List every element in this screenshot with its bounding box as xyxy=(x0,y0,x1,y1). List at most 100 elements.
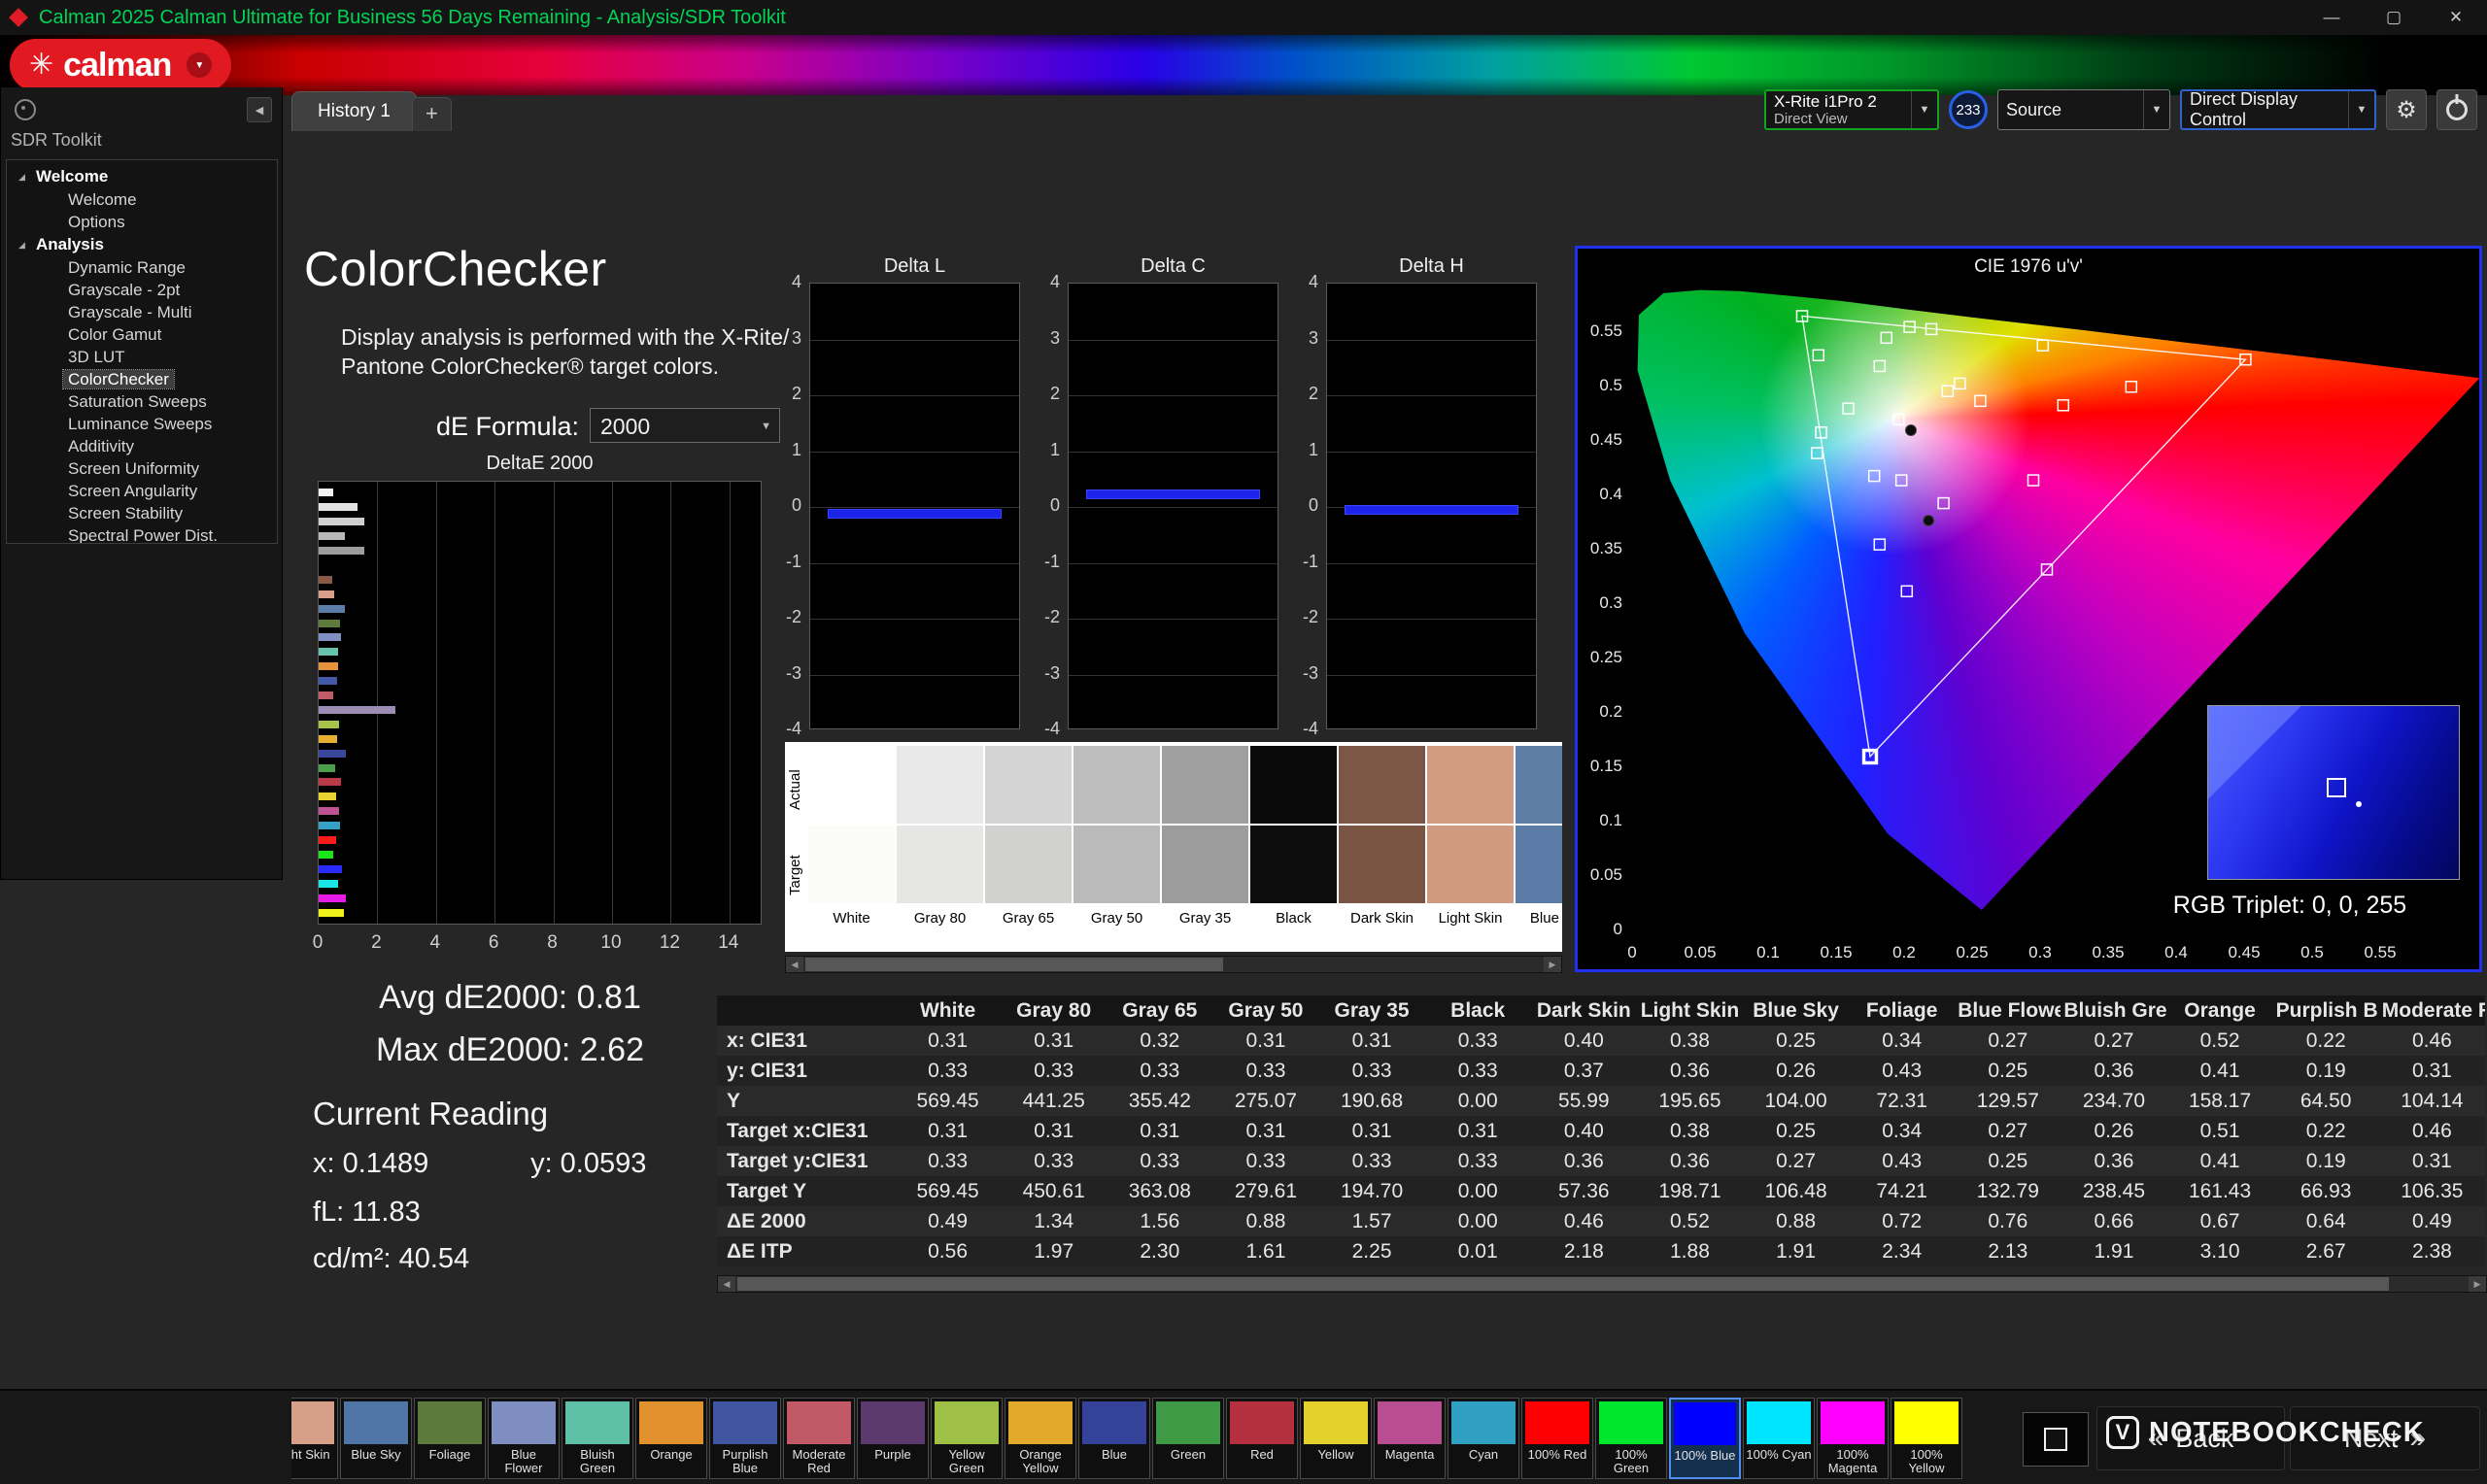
swatch-target xyxy=(897,826,983,903)
sidebar-item-screen-angularity[interactable]: Screen Angularity xyxy=(7,480,277,502)
axis-tick-label: 0.4 xyxy=(1599,485,1622,503)
sidebar-item-additivity[interactable]: Additivity xyxy=(7,435,277,457)
patch-button-yellow-green[interactable]: Yellow Green xyxy=(931,1398,1003,1479)
power-button[interactable] xyxy=(2436,89,2477,130)
maximize-button[interactable]: ▢ xyxy=(2363,0,2425,35)
scroll-thumb[interactable] xyxy=(737,1277,2389,1291)
cie-diagram-panel[interactable]: CIE 1976 u'v' 00.050.10.150.20.250.30.35… xyxy=(1575,246,2482,972)
scroll-left-icon[interactable]: ◀ xyxy=(786,957,803,972)
patch-button-orange-yellow[interactable]: Orange Yellow xyxy=(1005,1398,1076,1479)
sidebar-item-grayscale-multi[interactable]: Grayscale - Multi xyxy=(7,301,277,323)
delta-chart-delta-h: Delta H43210-1-2-3-4 xyxy=(1289,255,1548,753)
patch-color xyxy=(1599,1401,1663,1444)
de-formula-dropdown[interactable]: 2000 ▼ xyxy=(590,408,780,443)
expander-icon[interactable]: ◢ xyxy=(18,165,25,188)
patch-button-bluish-green[interactable]: Bluish Green xyxy=(562,1398,633,1479)
patch-button-light-skin[interactable]: Light Skin xyxy=(291,1398,338,1479)
sidebar-item-spectral-power-dist[interactable]: Spectral Power Dist. xyxy=(7,524,277,544)
meter-dropdown[interactable]: X-Rite i1Pro 2 Direct View ▼ xyxy=(1764,89,1939,130)
target-square xyxy=(2058,400,2068,411)
sidebar-item-label: Additivity xyxy=(63,437,139,455)
sidebar-item-dynamic-range[interactable]: Dynamic Range xyxy=(7,256,277,279)
swatch-scrollbar[interactable]: ◀ ▶ xyxy=(785,956,1562,973)
calman-logo[interactable]: ✳ calman ▼ xyxy=(10,39,231,91)
axis-tick-label: 0.05 xyxy=(1590,865,1622,884)
patch-button-foliage[interactable]: Foliage xyxy=(414,1398,486,1479)
swatch-actual xyxy=(1250,746,1337,824)
patch-button-blue-flower[interactable]: Blue Flower xyxy=(488,1398,560,1479)
patch-button-blue-sky[interactable]: Blue Sky xyxy=(340,1398,412,1479)
patch-button-orange[interactable]: Orange xyxy=(635,1398,707,1479)
cell: 355.42 xyxy=(1107,1086,1212,1116)
patch-button-100-cyan[interactable]: 100% Cyan xyxy=(1743,1398,1815,1479)
table-scrollbar[interactable]: ◀ ▶ xyxy=(717,1275,2487,1293)
sidebar-collapse-button[interactable]: ◀ xyxy=(247,97,272,122)
expander-icon[interactable]: ◢ xyxy=(18,233,25,256)
chevron-down-icon[interactable]: ▼ xyxy=(2143,90,2169,129)
chevron-down-icon[interactable]: ▼ xyxy=(2348,91,2374,128)
scroll-track[interactable] xyxy=(735,1276,2469,1292)
col-header-dark-skin: Dark Skin xyxy=(1531,995,1637,1026)
swatch-gray-35: Gray 35 xyxy=(1162,742,1248,952)
patch-color xyxy=(1156,1401,1220,1444)
meter-badge[interactable]: 233 xyxy=(1949,90,1988,129)
tab-history-1[interactable]: History 1 xyxy=(291,91,417,131)
sidebar-item-luminance-sweeps[interactable]: Luminance Sweeps xyxy=(7,413,277,435)
cell: 0.32 xyxy=(1107,1026,1212,1056)
settings-button[interactable]: ⚙ xyxy=(2386,89,2427,130)
sidebar-item-welcome[interactable]: Welcome xyxy=(7,188,277,211)
sidebar-item-options[interactable]: Options xyxy=(7,211,277,233)
custom-patch-button[interactable] xyxy=(2023,1412,2089,1467)
sidebar-item-saturation-sweeps[interactable]: Saturation Sweeps xyxy=(7,390,277,413)
patch-button-blue[interactable]: Blue xyxy=(1078,1398,1150,1479)
patch-button-yellow[interactable]: Yellow xyxy=(1300,1398,1372,1479)
scroll-right-icon[interactable]: ▶ xyxy=(1544,957,1561,972)
swatch-target xyxy=(1427,826,1514,903)
axis-tick-label: -4 xyxy=(1289,719,1318,739)
scroll-left-icon[interactable]: ◀ xyxy=(718,1276,735,1292)
patch-button-100-green[interactable]: 100% Green xyxy=(1595,1398,1667,1479)
patch-button-100-blue[interactable]: 100% Blue xyxy=(1669,1398,1741,1479)
logo-menu-caret-icon[interactable]: ▼ xyxy=(187,52,212,78)
minimize-button[interactable]: — xyxy=(2300,0,2363,35)
patch-button-100-magenta[interactable]: 100% Magenta xyxy=(1817,1398,1889,1479)
tree-section-analysis[interactable]: ◢Analysis xyxy=(7,233,277,256)
source-dropdown[interactable]: Source ▼ xyxy=(1997,89,2170,130)
scroll-thumb[interactable] xyxy=(805,958,1223,971)
chevron-down-icon[interactable]: ▼ xyxy=(1911,91,1937,128)
display-control-dropdown[interactable]: Direct Display Control ▼ xyxy=(2180,89,2376,130)
patch-button-magenta[interactable]: Magenta xyxy=(1374,1398,1446,1479)
patch-button-purplish-blue[interactable]: Purplish Blue xyxy=(709,1398,781,1479)
cell: 129.57 xyxy=(1955,1086,2061,1116)
deltae-bar-foliage xyxy=(319,620,340,627)
patch-button-100-yellow[interactable]: 100% Yellow xyxy=(1891,1398,1962,1479)
patch-button-100-red[interactable]: 100% Red xyxy=(1521,1398,1593,1479)
next-button[interactable]: Next » xyxy=(2290,1406,2480,1470)
sidebar-item-3d-lut[interactable]: 3D LUT xyxy=(7,346,277,368)
col-header-gray-50: Gray 50 xyxy=(1212,995,1318,1026)
patch-button-red[interactable]: Red xyxy=(1226,1398,1298,1479)
tree-section-welcome[interactable]: ◢Welcome xyxy=(7,165,277,188)
scroll-right-icon[interactable]: ▶ xyxy=(2469,1276,2486,1292)
cell: 195.65 xyxy=(1637,1086,1743,1116)
close-button[interactable]: ✕ xyxy=(2425,0,2487,35)
cell: 198.71 xyxy=(1637,1176,1743,1206)
sidebar-item-screen-uniformity[interactable]: Screen Uniformity xyxy=(7,457,277,480)
add-tab-button[interactable]: + xyxy=(412,97,452,131)
sidebar-item-label: Screen Angularity xyxy=(63,482,202,500)
patch-button-green[interactable]: Green xyxy=(1152,1398,1224,1479)
deltae-x-labels: 02468101214 xyxy=(318,932,762,958)
sidebar-item-screen-stability[interactable]: Screen Stability xyxy=(7,502,277,524)
sidebar-item-colorchecker[interactable]: ColorChecker xyxy=(7,368,277,390)
back-button[interactable]: « Back xyxy=(2096,1406,2285,1470)
cell: 132.79 xyxy=(1955,1176,2061,1206)
patch-button-purple[interactable]: Purple xyxy=(857,1398,929,1479)
patch-color xyxy=(565,1401,630,1444)
scroll-track[interactable] xyxy=(803,957,1544,972)
patch-button-moderate-red[interactable]: Moderate Red xyxy=(783,1398,855,1479)
patch-button-cyan[interactable]: Cyan xyxy=(1448,1398,1519,1479)
sidebar-item-color-gamut[interactable]: Color Gamut xyxy=(7,323,277,346)
cell: 2.38 xyxy=(2379,1236,2485,1266)
workflow-target-icon[interactable] xyxy=(15,99,36,120)
sidebar-item-grayscale-2pt[interactable]: Grayscale - 2pt xyxy=(7,279,277,301)
